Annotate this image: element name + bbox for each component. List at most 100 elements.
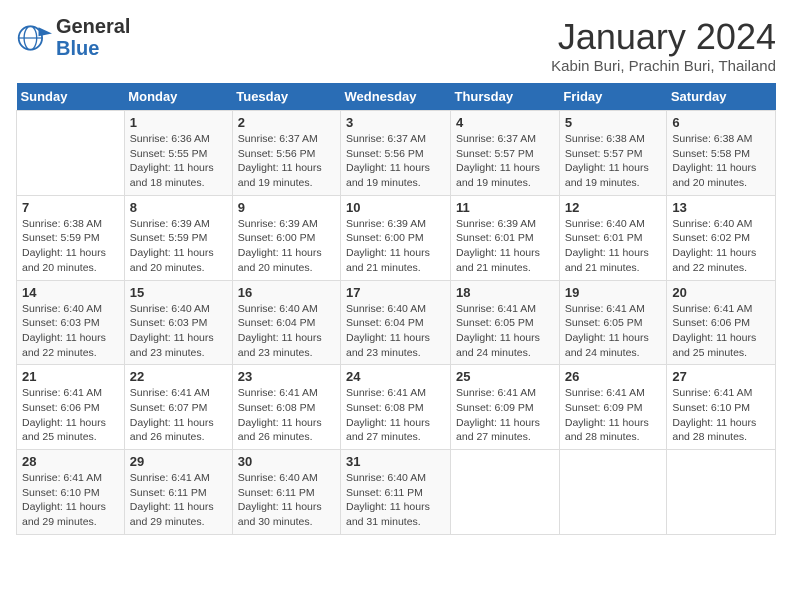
day-info: Sunrise: 6:41 AMSunset: 6:08 PMDaylight:… <box>238 386 335 445</box>
day-info: Sunrise: 6:40 AMSunset: 6:03 PMDaylight:… <box>130 302 227 361</box>
calendar-title: January 2024 <box>551 16 776 58</box>
day-info: Sunrise: 6:40 AMSunset: 6:01 PMDaylight:… <box>565 217 662 276</box>
title-block: January 2024 Kabin Buri, Prachin Buri, T… <box>551 16 776 75</box>
calendar-cell: 3 Sunrise: 6:37 AMSunset: 5:56 PMDaylight… <box>341 111 451 196</box>
calendar-cell: 16 Sunrise: 6:40 AMSunset: 6:04 PMDayligh… <box>232 280 340 365</box>
day-number: 9 <box>238 200 335 215</box>
day-number: 31 <box>346 454 445 469</box>
calendar-cell: 15 Sunrise: 6:40 AMSunset: 6:03 PMDayligh… <box>124 280 232 365</box>
day-number: 23 <box>238 369 335 384</box>
day-info: Sunrise: 6:40 AMSunset: 6:11 PMDaylight:… <box>238 471 335 530</box>
calendar-cell: 2 Sunrise: 6:37 AMSunset: 5:56 PMDaylight… <box>232 111 340 196</box>
day-number: 21 <box>22 369 119 384</box>
day-info: Sunrise: 6:41 AMSunset: 6:09 PMDaylight:… <box>456 386 554 445</box>
header-day-wednesday: Wednesday <box>341 83 451 111</box>
day-number: 22 <box>130 369 227 384</box>
day-info: Sunrise: 6:37 AMSunset: 5:56 PMDaylight:… <box>346 132 445 191</box>
calendar-cell: 8Sunrise: 6:39 AMSunset: 5:59 PMDaylight… <box>124 195 232 280</box>
header-day-monday: Monday <box>124 83 232 111</box>
day-number: 14 <box>22 285 119 300</box>
calendar-cell <box>17 111 125 196</box>
week-row-4: 21 Sunrise: 6:41 AMSunset: 6:06 PMDayligh… <box>17 365 776 450</box>
day-number: 3 <box>346 115 445 130</box>
calendar-cell: 26 Sunrise: 6:41 AMSunset: 6:09 PMDayligh… <box>559 365 667 450</box>
calendar-cell: 6 Sunrise: 6:38 AMSunset: 5:58 PMDaylight… <box>667 111 776 196</box>
day-info: Sunrise: 6:41 AMSunset: 6:06 PMDaylight:… <box>22 386 119 445</box>
day-info: Sunrise: 6:39 AMSunset: 6:01 PMDaylight:… <box>456 217 554 276</box>
day-number: 2 <box>238 115 335 130</box>
logo: General Blue <box>16 16 130 60</box>
logo-text: General Blue <box>56 16 130 60</box>
calendar-cell: 10 Sunrise: 6:39 AMSunset: 6:00 PMDayligh… <box>341 195 451 280</box>
day-info: Sunrise: 6:41 AMSunset: 6:05 PMDaylight:… <box>456 302 554 361</box>
day-info: Sunrise: 6:37 AMSunset: 5:56 PMDaylight:… <box>238 132 335 191</box>
day-info: Sunrise: 6:40 AMSunset: 6:04 PMDaylight:… <box>346 302 445 361</box>
calendar-cell: 19 Sunrise: 6:41 AMSunset: 6:05 PMDayligh… <box>559 280 667 365</box>
calendar-cell: 30Sunrise: 6:40 AMSunset: 6:11 PMDayligh… <box>232 450 340 535</box>
day-number: 7 <box>22 200 119 215</box>
header-day-saturday: Saturday <box>667 83 776 111</box>
calendar-table: SundayMondayTuesdayWednesdayThursdayFrid… <box>16 83 776 535</box>
calendar-cell: 27 Sunrise: 6:41 AMSunset: 6:10 PMDayligh… <box>667 365 776 450</box>
calendar-cell: 9Sunrise: 6:39 AMSunset: 6:00 PMDaylight… <box>232 195 340 280</box>
day-number: 24 <box>346 369 445 384</box>
day-number: 26 <box>565 369 662 384</box>
header-day-thursday: Thursday <box>451 83 560 111</box>
day-number: 1 <box>130 115 227 130</box>
calendar-cell <box>559 450 667 535</box>
calendar-cell: 7 Sunrise: 6:38 AMSunset: 5:59 PMDaylight… <box>17 195 125 280</box>
day-number: 8 <box>130 200 227 215</box>
header: General Blue January 2024 Kabin Buri, Pr… <box>16 16 776 75</box>
header-row: SundayMondayTuesdayWednesdayThursdayFrid… <box>17 83 776 111</box>
day-info: Sunrise: 6:41 AMSunset: 6:06 PMDaylight:… <box>672 302 770 361</box>
day-number: 13 <box>672 200 770 215</box>
calendar-cell: 21 Sunrise: 6:41 AMSunset: 6:06 PMDayligh… <box>17 365 125 450</box>
calendar-cell: 12 Sunrise: 6:40 AMSunset: 6:01 PMDayligh… <box>559 195 667 280</box>
week-row-5: 28 Sunrise: 6:41 AMSunset: 6:10 PMDayligh… <box>17 450 776 535</box>
calendar-cell: 5Sunrise: 6:38 AMSunset: 5:57 PMDaylight… <box>559 111 667 196</box>
week-row-2: 7 Sunrise: 6:38 AMSunset: 5:59 PMDaylight… <box>17 195 776 280</box>
day-info: Sunrise: 6:38 AMSunset: 5:58 PMDaylight:… <box>672 132 770 191</box>
day-number: 25 <box>456 369 554 384</box>
day-number: 19 <box>565 285 662 300</box>
calendar-cell: 23 Sunrise: 6:41 AMSunset: 6:08 PMDayligh… <box>232 365 340 450</box>
calendar-cell: 22 Sunrise: 6:41 AMSunset: 6:07 PMDayligh… <box>124 365 232 450</box>
calendar-subtitle: Kabin Buri, Prachin Buri, Thailand <box>551 58 776 75</box>
calendar-cell: 20Sunrise: 6:41 AMSunset: 6:06 PMDayligh… <box>667 280 776 365</box>
day-number: 17 <box>346 285 445 300</box>
day-info: Sunrise: 6:41 AMSunset: 6:10 PMDaylight:… <box>22 471 119 530</box>
calendar-cell: 17 Sunrise: 6:40 AMSunset: 6:04 PMDayligh… <box>341 280 451 365</box>
header-day-friday: Friday <box>559 83 667 111</box>
day-number: 16 <box>238 285 335 300</box>
day-info: Sunrise: 6:39 AMSunset: 6:00 PMDaylight:… <box>346 217 445 276</box>
day-info: Sunrise: 6:41 AMSunset: 6:09 PMDaylight:… <box>565 386 662 445</box>
day-number: 27 <box>672 369 770 384</box>
day-number: 4 <box>456 115 554 130</box>
day-info: Sunrise: 6:41 AMSunset: 6:10 PMDaylight:… <box>672 386 770 445</box>
day-info: Sunrise: 6:40 AMSunset: 6:02 PMDaylight:… <box>672 217 770 276</box>
calendar-cell: 28 Sunrise: 6:41 AMSunset: 6:10 PMDayligh… <box>17 450 125 535</box>
header-day-tuesday: Tuesday <box>232 83 340 111</box>
day-number: 18 <box>456 285 554 300</box>
day-info: Sunrise: 6:41 AMSunset: 6:08 PMDaylight:… <box>346 386 445 445</box>
day-info: Sunrise: 6:41 AMSunset: 6:05 PMDaylight:… <box>565 302 662 361</box>
day-info: Sunrise: 6:38 AMSunset: 5:57 PMDaylight:… <box>565 132 662 191</box>
day-info: Sunrise: 6:41 AMSunset: 6:11 PMDaylight:… <box>130 471 227 530</box>
calendar-cell <box>451 450 560 535</box>
day-info: Sunrise: 6:40 AMSunset: 6:11 PMDaylight:… <box>346 471 445 530</box>
day-number: 15 <box>130 285 227 300</box>
day-number: 10 <box>346 200 445 215</box>
day-info: Sunrise: 6:38 AMSunset: 5:59 PMDaylight:… <box>22 217 119 276</box>
calendar-cell: 14 Sunrise: 6:40 AMSunset: 6:03 PMDayligh… <box>17 280 125 365</box>
day-number: 11 <box>456 200 554 215</box>
day-number: 29 <box>130 454 227 469</box>
calendar-cell: 31 Sunrise: 6:40 AMSunset: 6:11 PMDayligh… <box>341 450 451 535</box>
calendar-cell: 29 Sunrise: 6:41 AMSunset: 6:11 PMDayligh… <box>124 450 232 535</box>
day-number: 12 <box>565 200 662 215</box>
day-info: Sunrise: 6:40 AMSunset: 6:04 PMDaylight:… <box>238 302 335 361</box>
day-number: 28 <box>22 454 119 469</box>
week-row-1: 1Sunrise: 6:36 AMSunset: 5:55 PMDaylight… <box>17 111 776 196</box>
day-info: Sunrise: 6:40 AMSunset: 6:03 PMDaylight:… <box>22 302 119 361</box>
day-info: Sunrise: 6:41 AMSunset: 6:07 PMDaylight:… <box>130 386 227 445</box>
day-number: 6 <box>672 115 770 130</box>
